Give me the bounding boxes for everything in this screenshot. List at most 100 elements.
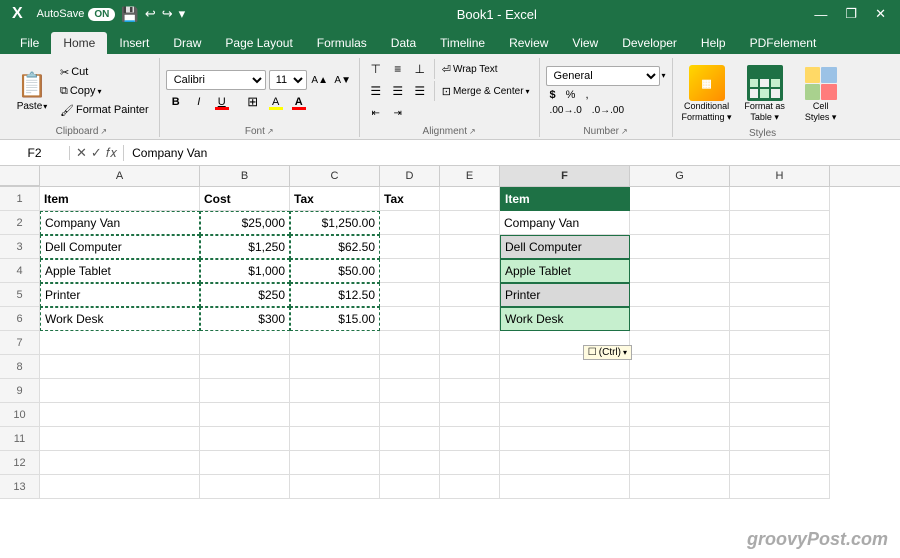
insert-function-icon[interactable]: 𝑓𝑥 <box>106 145 117 161</box>
table-cell[interactable] <box>730 475 830 499</box>
col-header-g[interactable]: G <box>630 166 730 186</box>
more-icon[interactable]: ▾ <box>179 6 186 22</box>
table-cell[interactable] <box>380 307 440 331</box>
table-cell[interactable]: Item <box>500 187 630 211</box>
table-cell[interactable] <box>500 403 630 427</box>
bold-button[interactable]: B <box>166 92 186 112</box>
col-header-a[interactable]: A <box>40 166 200 186</box>
copy-button[interactable]: ⧉ Copy ▾ <box>56 83 153 100</box>
table-cell[interactable]: $50.00 <box>290 259 380 283</box>
table-cell[interactable] <box>440 331 500 355</box>
row-number[interactable]: 10 <box>0 403 40 427</box>
row-number[interactable]: 2 <box>0 211 40 235</box>
table-cell[interactable] <box>730 259 830 283</box>
table-cell[interactable] <box>440 235 500 259</box>
italic-button[interactable]: I <box>189 92 209 112</box>
row-number[interactable]: 6 <box>0 307 40 331</box>
table-cell[interactable] <box>200 379 290 403</box>
table-cell[interactable]: Company Van <box>40 211 200 235</box>
table-cell[interactable] <box>630 475 730 499</box>
table-cell[interactable] <box>40 355 200 379</box>
table-cell[interactable]: Work Desk <box>40 307 200 331</box>
redo-icon[interactable]: ↪ <box>162 6 173 22</box>
table-cell[interactable] <box>630 427 730 451</box>
table-cell[interactable] <box>630 211 730 235</box>
table-cell[interactable] <box>730 379 830 403</box>
paste-button[interactable]: 📋 Paste ▾ <box>10 68 54 115</box>
table-cell[interactable]: Dell Computer <box>500 235 630 259</box>
table-cell[interactable] <box>730 211 830 235</box>
tab-view[interactable]: View <box>560 32 610 54</box>
row-number[interactable]: 11 <box>0 427 40 451</box>
table-cell[interactable] <box>730 427 830 451</box>
row-number[interactable]: 13 <box>0 475 40 499</box>
table-cell[interactable] <box>630 331 730 355</box>
table-cell[interactable] <box>290 475 380 499</box>
table-cell[interactable] <box>290 427 380 451</box>
alignment-expand-icon[interactable]: ↗ <box>469 127 476 136</box>
table-cell[interactable] <box>40 451 200 475</box>
table-cell[interactable]: $1,250.00 <box>290 211 380 235</box>
table-cell[interactable]: Company Van <box>500 211 630 235</box>
tab-page-layout[interactable]: Page Layout <box>213 32 304 54</box>
table-cell[interactable] <box>40 331 200 355</box>
row-number[interactable]: 8 <box>0 355 40 379</box>
cut-button[interactable]: ✂ Cut <box>56 64 153 81</box>
tab-help[interactable]: Help <box>689 32 738 54</box>
table-cell[interactable]: $300 <box>200 307 290 331</box>
tab-developer[interactable]: Developer <box>610 32 689 54</box>
table-cell[interactable] <box>200 403 290 427</box>
table-cell[interactable] <box>630 187 730 211</box>
align-left-button[interactable]: ☰ <box>366 81 386 101</box>
table-cell[interactable] <box>440 379 500 403</box>
table-cell[interactable]: Apple Tablet <box>40 259 200 283</box>
row-number[interactable]: 3 <box>0 235 40 259</box>
row-number[interactable]: 7 <box>0 331 40 355</box>
col-header-b[interactable]: B <box>200 166 290 186</box>
table-cell[interactable]: Dell Computer <box>40 235 200 259</box>
table-cell[interactable] <box>40 403 200 427</box>
minimize-button[interactable]: — <box>808 7 833 22</box>
increase-decimal-button[interactable]: .0→.00 <box>588 104 628 117</box>
align-center-button[interactable]: ☰ <box>388 81 408 101</box>
font-size-select[interactable]: 11 <box>269 70 307 90</box>
table-cell[interactable] <box>380 427 440 451</box>
table-cell[interactable]: Cost <box>200 187 290 211</box>
table-cell[interactable] <box>380 331 440 355</box>
table-cell[interactable] <box>630 259 730 283</box>
table-cell[interactable] <box>380 403 440 427</box>
font-expand-icon[interactable]: ↗ <box>267 127 274 136</box>
table-cell[interactable] <box>730 331 830 355</box>
tab-timeline[interactable]: Timeline <box>428 32 497 54</box>
table-cell[interactable] <box>440 307 500 331</box>
underline-button[interactable]: U <box>212 92 232 112</box>
table-cell[interactable]: $25,000 <box>200 211 290 235</box>
comma-button[interactable]: , <box>581 88 592 102</box>
format-painter-button[interactable]: 🖌 Format Painter <box>56 102 153 119</box>
merge-center-button[interactable]: ⊡ Merge & Center ▾ <box>439 81 533 101</box>
table-cell[interactable] <box>200 355 290 379</box>
percent-button[interactable]: % <box>562 88 580 102</box>
conditional-formatting-button[interactable]: ▦ ConditionalFormatting ▾ <box>679 62 735 126</box>
table-cell[interactable] <box>500 427 630 451</box>
table-cell[interactable]: Apple Tablet <box>500 259 630 283</box>
table-cell[interactable] <box>380 283 440 307</box>
table-cell[interactable]: Tax <box>290 187 380 211</box>
row-number[interactable]: 9 <box>0 379 40 403</box>
col-header-c[interactable]: C <box>290 166 380 186</box>
increase-font-button[interactable]: A▲ <box>310 70 330 90</box>
table-cell[interactable] <box>500 451 630 475</box>
table-cell[interactable]: $1,250 <box>200 235 290 259</box>
table-cell[interactable] <box>730 235 830 259</box>
col-header-d[interactable]: D <box>380 166 440 186</box>
table-cell[interactable] <box>290 331 380 355</box>
table-cell[interactable] <box>380 235 440 259</box>
table-cell[interactable] <box>440 355 500 379</box>
table-cell[interactable] <box>630 451 730 475</box>
table-cell[interactable] <box>40 379 200 403</box>
table-cell[interactable] <box>440 187 500 211</box>
table-cell[interactable] <box>40 427 200 451</box>
number-format-expand-icon[interactable]: ▾ <box>662 71 666 80</box>
table-cell[interactable] <box>200 331 290 355</box>
row-number[interactable]: 5 <box>0 283 40 307</box>
